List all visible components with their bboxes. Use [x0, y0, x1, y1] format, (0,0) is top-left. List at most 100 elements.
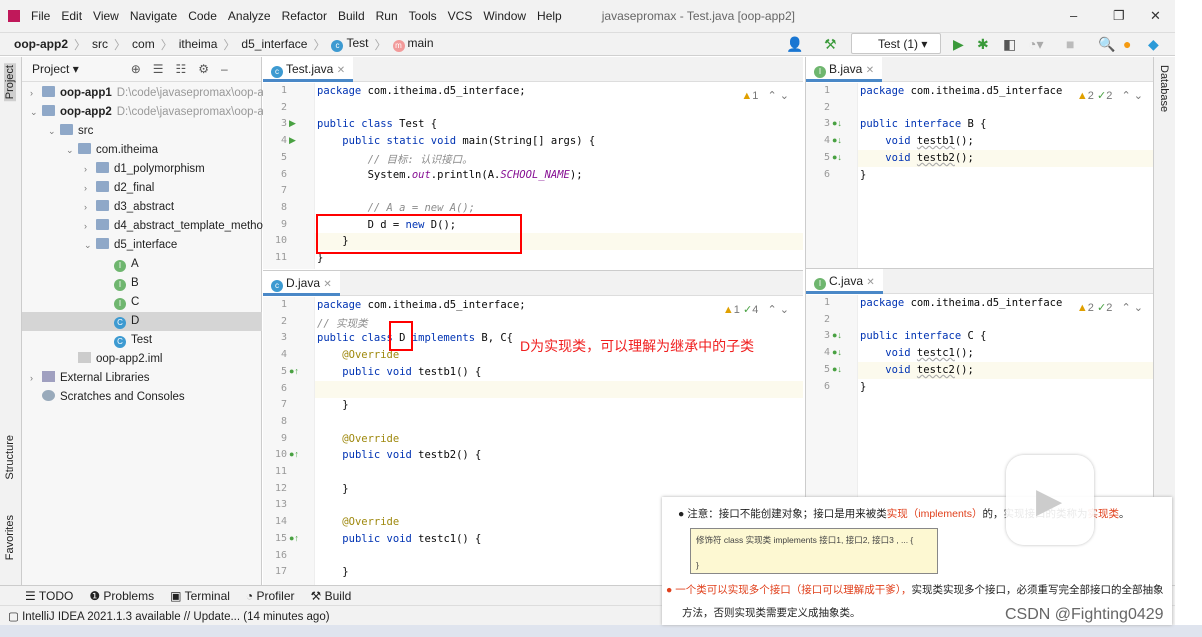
code-line[interactable]: void testc2(); [860, 364, 974, 376]
menu-code[interactable]: Code [188, 9, 217, 23]
toolbox-icon[interactable]: ◆ [1148, 36, 1159, 53]
run-gutter-icon[interactable]: ▶ [289, 118, 296, 129]
code-line[interactable]: // 实现类 [317, 316, 367, 331]
panel-actions-icon[interactable]: ⊕☰☷⚙– [131, 62, 240, 76]
tree-item[interactable]: CD [22, 312, 262, 331]
code-line[interactable]: package com.itheima.d5_interface [860, 297, 1062, 309]
expand-arrow-icon[interactable]: › [30, 369, 42, 388]
implemented-gutter-icon[interactable]: ●↓ [832, 347, 842, 357]
implemented-gutter-icon[interactable]: ●↓ [832, 118, 842, 128]
code-line[interactable]: } [317, 483, 348, 495]
code-line[interactable]: package com.itheima.d5_interface; [317, 85, 526, 97]
expand-arrow-icon[interactable]: ⌄ [48, 122, 60, 141]
close-tab-icon[interactable]: ✕ [337, 65, 345, 76]
code-line[interactable]: package com.itheima.d5_interface [860, 85, 1062, 97]
code-line[interactable]: public interface B { [860, 118, 986, 130]
code-line[interactable]: // 目标: 认识接口。 [317, 152, 473, 167]
breadcrumb-item[interactable]: com [132, 37, 155, 51]
tree-item[interactable]: Scratches and Consoles [22, 388, 262, 407]
tab-c[interactable]: I C.java ✕ [806, 269, 883, 294]
code-line[interactable]: public class D implements B, C{ [317, 332, 513, 344]
bottom-tab[interactable]: ▣ Terminal [170, 589, 230, 603]
code-line[interactable]: public void testc1() { [317, 533, 481, 545]
debug-icon[interactable]: ✱ [977, 36, 989, 53]
code-line[interactable]: void testb2(); [860, 152, 974, 164]
tree-item[interactable]: IA [22, 255, 262, 274]
menu-navigate[interactable]: Navigate [130, 9, 177, 23]
tree-item[interactable]: › d2_final [22, 179, 262, 198]
coverage-icon[interactable]: ◧ [1003, 36, 1016, 53]
menu-edit[interactable]: Edit [61, 9, 82, 23]
expand-arrow-icon[interactable]: › [84, 160, 96, 179]
menu-run[interactable]: Run [376, 9, 398, 23]
implements-gutter-icon[interactable]: ●↑ [289, 449, 299, 459]
status-text[interactable]: IntelliJ IDEA 2021.1.3 available // Upda… [22, 611, 330, 623]
expand-arrow-icon[interactable]: › [84, 179, 96, 198]
tree-item[interactable]: ⌄ src [22, 122, 262, 141]
code-line[interactable]: } [860, 381, 866, 393]
expand-arrow-icon[interactable]: › [84, 217, 96, 236]
bottom-tab[interactable]: ❶ Problems [89, 589, 154, 603]
user-icon[interactable]: 👤 [786, 36, 803, 53]
code-line[interactable]: @Override [317, 433, 399, 445]
breadcrumb-item[interactable]: d5_interface [241, 37, 307, 51]
minimize-button[interactable]: – [1070, 8, 1077, 23]
expand-arrow-icon[interactable]: › [84, 198, 96, 217]
inspection-widget[interactable]: ▲2 ✓2 ⌃ ⌄ [1077, 89, 1143, 102]
structure-tool-tab[interactable]: Structure [4, 435, 16, 480]
close-tab-icon[interactable]: ✕ [866, 277, 874, 288]
tab-test[interactable]: c Test.java ✕ [263, 57, 354, 82]
menu-file[interactable]: File [31, 9, 50, 23]
expand-arrow-icon[interactable]: ⌄ [84, 236, 96, 255]
menu-refactor[interactable]: Refactor [282, 9, 327, 23]
tree-item[interactable]: › d1_polymorphism [22, 160, 262, 179]
code-line[interactable]: } [860, 169, 866, 181]
run-gutter-icon[interactable]: ▶ [289, 135, 296, 146]
tree-item[interactable]: ⌄ d5_interface [22, 236, 262, 255]
search-icon[interactable]: 🔍 [1098, 36, 1115, 53]
editor-b-java[interactable]: I B.java ✕ 1 package com.itheima.d5_interfa… [805, 57, 1153, 269]
expand-arrow-icon[interactable]: ⌄ [66, 141, 78, 160]
tab-d[interactable]: c D.java ✕ [263, 271, 340, 296]
code-line[interactable]: @Override [317, 516, 399, 528]
implemented-gutter-icon[interactable]: ●↓ [832, 330, 842, 340]
menu-view[interactable]: View [93, 9, 119, 23]
breadcrumb-item[interactable]: src [92, 37, 108, 51]
implements-gutter-icon[interactable]: ●↑ [289, 366, 299, 376]
tab-b[interactable]: I B.java ✕ [806, 57, 883, 82]
bottom-tab[interactable]: ⚒ Build [311, 589, 352, 603]
code-line[interactable]: public class Test { [317, 118, 437, 130]
expand-arrow-icon[interactable]: › [30, 84, 42, 103]
breadcrumb-item[interactable]: m main [392, 36, 434, 52]
tree-item[interactable]: › d4_abstract_template_metho [22, 217, 263, 236]
restore-button[interactable]: ❐ [1113, 8, 1125, 24]
code-line[interactable]: // A a = new A(); [317, 202, 475, 214]
breadcrumb-item[interactable]: itheima [179, 37, 218, 51]
implemented-gutter-icon[interactable]: ●↓ [832, 364, 842, 374]
tree-item[interactable]: ⌄ com.itheima [22, 141, 262, 160]
favorites-tool-tab[interactable]: Favorites [4, 515, 16, 560]
menu-tools[interactable]: Tools [409, 9, 437, 23]
code-line[interactable]: package com.itheima.d5_interface; [317, 299, 526, 311]
implemented-gutter-icon[interactable]: ●↓ [832, 152, 842, 162]
implemented-gutter-icon[interactable]: ●↓ [832, 135, 842, 145]
code-line[interactable]: void testc1(); [860, 347, 974, 359]
code-line[interactable]: } [317, 399, 348, 411]
menu-analyze[interactable]: Analyze [228, 9, 271, 23]
close-tab-icon[interactable]: ✕ [323, 279, 331, 290]
profile-icon[interactable]: ◔▾ [1028, 36, 1043, 53]
tree-item[interactable]: oop-app2.iml [22, 350, 262, 369]
inspection-widget[interactable]: ▲2 ✓2 ⌃ ⌄ [1077, 301, 1143, 314]
build-hammer-icon[interactable]: ⚒ [824, 36, 837, 53]
video-play-button[interactable]: ▶ [1006, 455, 1094, 545]
code-line[interactable]: public static void main(String[] args) { [317, 135, 595, 147]
run-config-select[interactable]: Test (1) ▾ [851, 33, 941, 54]
tree-item[interactable]: › oop-app1 D:\code\javasepromax\oop-a [22, 84, 264, 103]
tree-item[interactable]: C Test [22, 331, 262, 350]
expand-arrow-icon[interactable]: ⌄ [30, 103, 42, 122]
database-tool-tab[interactable]: Database [1158, 65, 1170, 112]
menu-vcs[interactable]: VCS [448, 9, 473, 23]
code-line[interactable]: @Override [317, 349, 399, 361]
code-line[interactable]: public void testb2() { [317, 449, 481, 461]
menu-build[interactable]: Build [338, 9, 365, 23]
